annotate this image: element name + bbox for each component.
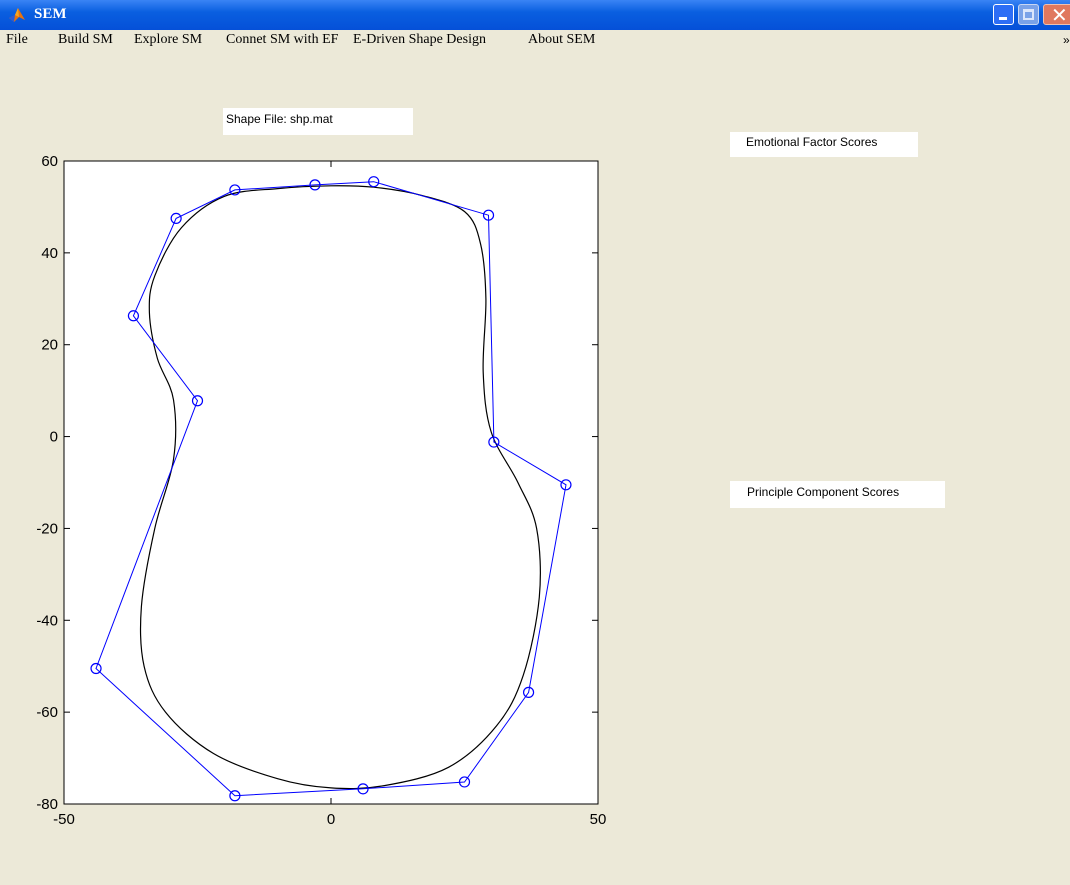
y-tick-label-7: -80 <box>36 796 58 813</box>
y-tick-label-2: 20 <box>41 337 58 354</box>
y-tick-label-3: 0 <box>50 429 58 446</box>
y-tick-label-4: -20 <box>36 520 58 537</box>
x-tick-label-1: 0 <box>327 811 335 828</box>
y-tick-label-5: -40 <box>36 612 58 629</box>
y-tick-label-1: 40 <box>41 245 58 262</box>
y-tick-label-6: -60 <box>36 704 58 721</box>
y-tick-label-0: 60 <box>41 153 58 170</box>
x-tick-label-0: -50 <box>53 811 75 828</box>
shape-plot[interactable]: -50 0 50 60 40 20 0 -20 -40 -60 -80 <box>0 0 1070 885</box>
x-tick-label-2: 50 <box>590 811 607 828</box>
